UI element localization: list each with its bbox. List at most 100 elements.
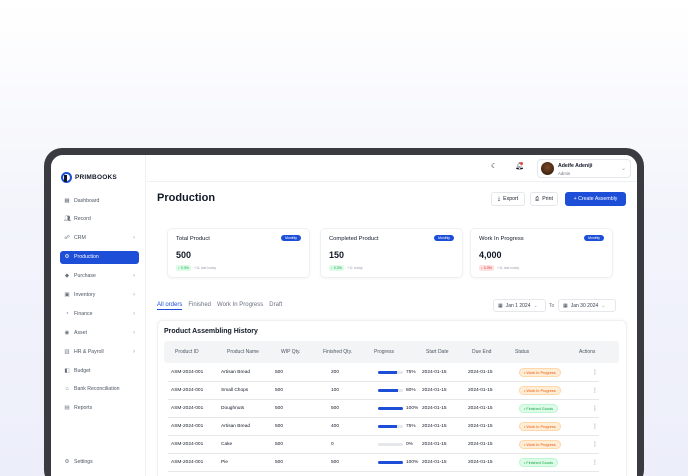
- sidebar-item-label: HR & Payroll: [74, 348, 104, 355]
- tab-work-in-progress[interactable]: Work In Progress: [217, 302, 263, 310]
- print-button[interactable]: ⎙ Print: [530, 192, 558, 206]
- sidebar-item-reports[interactable]: ▤ Reports: [60, 402, 139, 415]
- tab-finished[interactable]: Finished: [188, 302, 211, 310]
- user-menu[interactable]: Adeife Adeniji Admin ⌄: [537, 159, 631, 178]
- chevron-down-icon: ⌄: [533, 302, 538, 309]
- sidebar-item-inventory[interactable]: ▣ Inventory ›: [60, 288, 139, 301]
- cell-id: ASM-2024-001: [171, 406, 204, 411]
- delta-note: +11 last today: [497, 266, 520, 270]
- sidebar-item-settings[interactable]: ⚙ Settings: [60, 455, 139, 468]
- assembling-history: Product Assembling History Product ID Pro…: [157, 320, 627, 476]
- date-from-select[interactable]: ▦ Jan 1 2024 ⌄: [493, 299, 546, 312]
- delta-note: +11 last today: [194, 266, 217, 270]
- sidebar-item-hr-payroll[interactable]: ▥ HR & Payroll ›: [60, 345, 139, 358]
- calendar-icon: ▦: [563, 302, 568, 309]
- period-select[interactable]: Monthly: [584, 235, 604, 241]
- users-icon: 👥︎: [64, 216, 71, 223]
- more-actions-icon[interactable]: ⋮: [592, 441, 598, 448]
- status-badge: • Work In Progress: [519, 368, 561, 377]
- calendar-icon: ▦: [498, 302, 503, 309]
- progress-bar: [378, 461, 403, 464]
- table-row[interactable]: ASM-2024-001 Artisan Bread 500 200 75% 2024-0…: [168, 364, 599, 382]
- progress-label: 80%: [406, 388, 416, 393]
- sidebar-item-asset[interactable]: ◉ Asset ›: [60, 326, 139, 339]
- print-label: Print: [542, 196, 553, 202]
- sidebar-settings: ⚙ Settings: [60, 455, 139, 474]
- column-header: Status: [515, 349, 530, 355]
- create-assembly-label: + Create Assembly: [573, 196, 618, 202]
- more-actions-icon[interactable]: ⋮: [592, 459, 598, 466]
- stat-card-delta: ↓ 0.3% +11 last today: [479, 265, 519, 271]
- cell-wip: 500: [275, 424, 284, 429]
- sidebar-item-purchase[interactable]: ◆ Purchase ›: [60, 270, 139, 283]
- more-actions-icon[interactable]: ⋮: [592, 369, 598, 376]
- cell-due-date: 2024-01-15: [468, 406, 493, 411]
- printer-icon: ⎙: [535, 195, 540, 202]
- progress-bar-fill: [378, 407, 403, 410]
- cell-name: Cake: [221, 442, 233, 447]
- chevron-down-icon: ⌄: [601, 302, 606, 309]
- table-row[interactable]: ASM-2024-001 Doughnuts 500 500 100% 2024-01-1…: [168, 400, 599, 418]
- column-header: Start Date: [426, 349, 449, 355]
- sidebar-item-finance[interactable]: ◔ Finance ›: [60, 307, 139, 320]
- table-row[interactable]: ASM-2024-001 Artisan Bread 500 400 75% 2024-0…: [168, 418, 599, 436]
- topbar: ☾ 🔔︎ Adeife Adeniji Admin ⌄: [147, 155, 637, 182]
- cell-finished: 0: [331, 442, 334, 447]
- gear-icon: ⚙: [64, 458, 70, 465]
- table-row[interactable]: ASM-2024-001 Cake 500 0 0% 2024-01-15 2024-01-…: [168, 436, 599, 454]
- create-assembly-button[interactable]: + Create Assembly: [565, 192, 626, 206]
- sidebar-item-label: CRM: [74, 235, 86, 242]
- period-select[interactable]: Monthly: [281, 235, 301, 241]
- sidebar-item-bank-reconciliation[interactable]: ⌂ Bank Reconciliation: [60, 383, 139, 396]
- sidebar-item-label: Settings: [74, 458, 93, 465]
- cell-due-date: 2024-01-15: [468, 460, 493, 465]
- chevron-right-icon: ›: [133, 348, 135, 355]
- export-label: Export: [503, 196, 519, 202]
- stat-card-value: 150: [329, 250, 345, 260]
- cell-finished: 200: [331, 370, 340, 375]
- sidebar-item-production[interactable]: ⚙ Production: [60, 250, 139, 264]
- more-actions-icon[interactable]: ⋮: [592, 387, 598, 394]
- column-header: Finished Qty.: [323, 349, 353, 355]
- table-row[interactable]: ASM-2024-001 Small Chops 500 100 80% 2024-01-…: [168, 382, 599, 400]
- progress-label: 75%: [406, 370, 416, 375]
- tag-icon: ◆: [64, 273, 70, 280]
- tab-draft[interactable]: Draft: [269, 302, 282, 310]
- sidebar-item-dashboard[interactable]: ▦ Dashboard: [60, 194, 139, 207]
- period-select[interactable]: Monthly: [434, 235, 454, 241]
- sidebar-item-label: Reports: [74, 405, 93, 412]
- progress-label: 100%: [406, 406, 419, 411]
- date-to-select[interactable]: ▦ Jan 30 2024 ⌄: [558, 299, 616, 312]
- sidebar-item-crm[interactable]: ☍ CRM ›: [60, 232, 139, 245]
- column-header: Product Name: [227, 349, 259, 355]
- cell-wip: 500: [275, 460, 284, 465]
- progress-label: 0%: [406, 442, 413, 447]
- sidebar-item-label: Finance: [74, 310, 93, 317]
- sidebar-item-label: Inventory: [74, 291, 96, 298]
- budget-icon: ◧: [64, 367, 70, 374]
- more-actions-icon[interactable]: ⋮: [592, 405, 598, 412]
- download-icon: ⤓: [497, 195, 501, 202]
- column-header: Actions: [579, 349, 596, 355]
- cell-finished: 400: [331, 424, 340, 429]
- delta-note: +11 today: [347, 266, 363, 270]
- cell-name: Doughnuts: [221, 406, 245, 411]
- asset-icon: ◉: [64, 329, 70, 336]
- stat-card: Total Product Monthly 500 ↑ 0.3% +11 last to…: [167, 228, 310, 278]
- brand-logo[interactable]: PRIMBOOKS: [61, 172, 117, 183]
- stat-card-value: 500: [176, 250, 192, 260]
- table-row[interactable]: ASM-2024-001 Pie 500 500 100% 2024-01-15 2024-…: [168, 454, 599, 472]
- progress-bar: [378, 443, 403, 446]
- sidebar-item-record[interactable]: 👥︎ Record: [60, 213, 139, 226]
- cell-wip: 500: [275, 442, 284, 447]
- column-header: WIP Qty.: [281, 349, 301, 355]
- sidebar-item-budget[interactable]: ◧ Budget: [60, 364, 139, 377]
- box-icon: ▣: [64, 291, 70, 298]
- export-button[interactable]: ⤓ Export: [491, 192, 525, 206]
- moon-icon[interactable]: ☾: [491, 162, 497, 170]
- app-screen: PRIMBOOKS ▦ Dashboard 👥︎ Record ☍ CRM › ⚙ Produc…: [51, 155, 637, 476]
- progress-label: 100%: [406, 460, 419, 465]
- progress-label: 75%: [406, 424, 416, 429]
- more-actions-icon[interactable]: ⋮: [592, 423, 598, 430]
- tab-all-orders[interactable]: All orders: [157, 302, 183, 310]
